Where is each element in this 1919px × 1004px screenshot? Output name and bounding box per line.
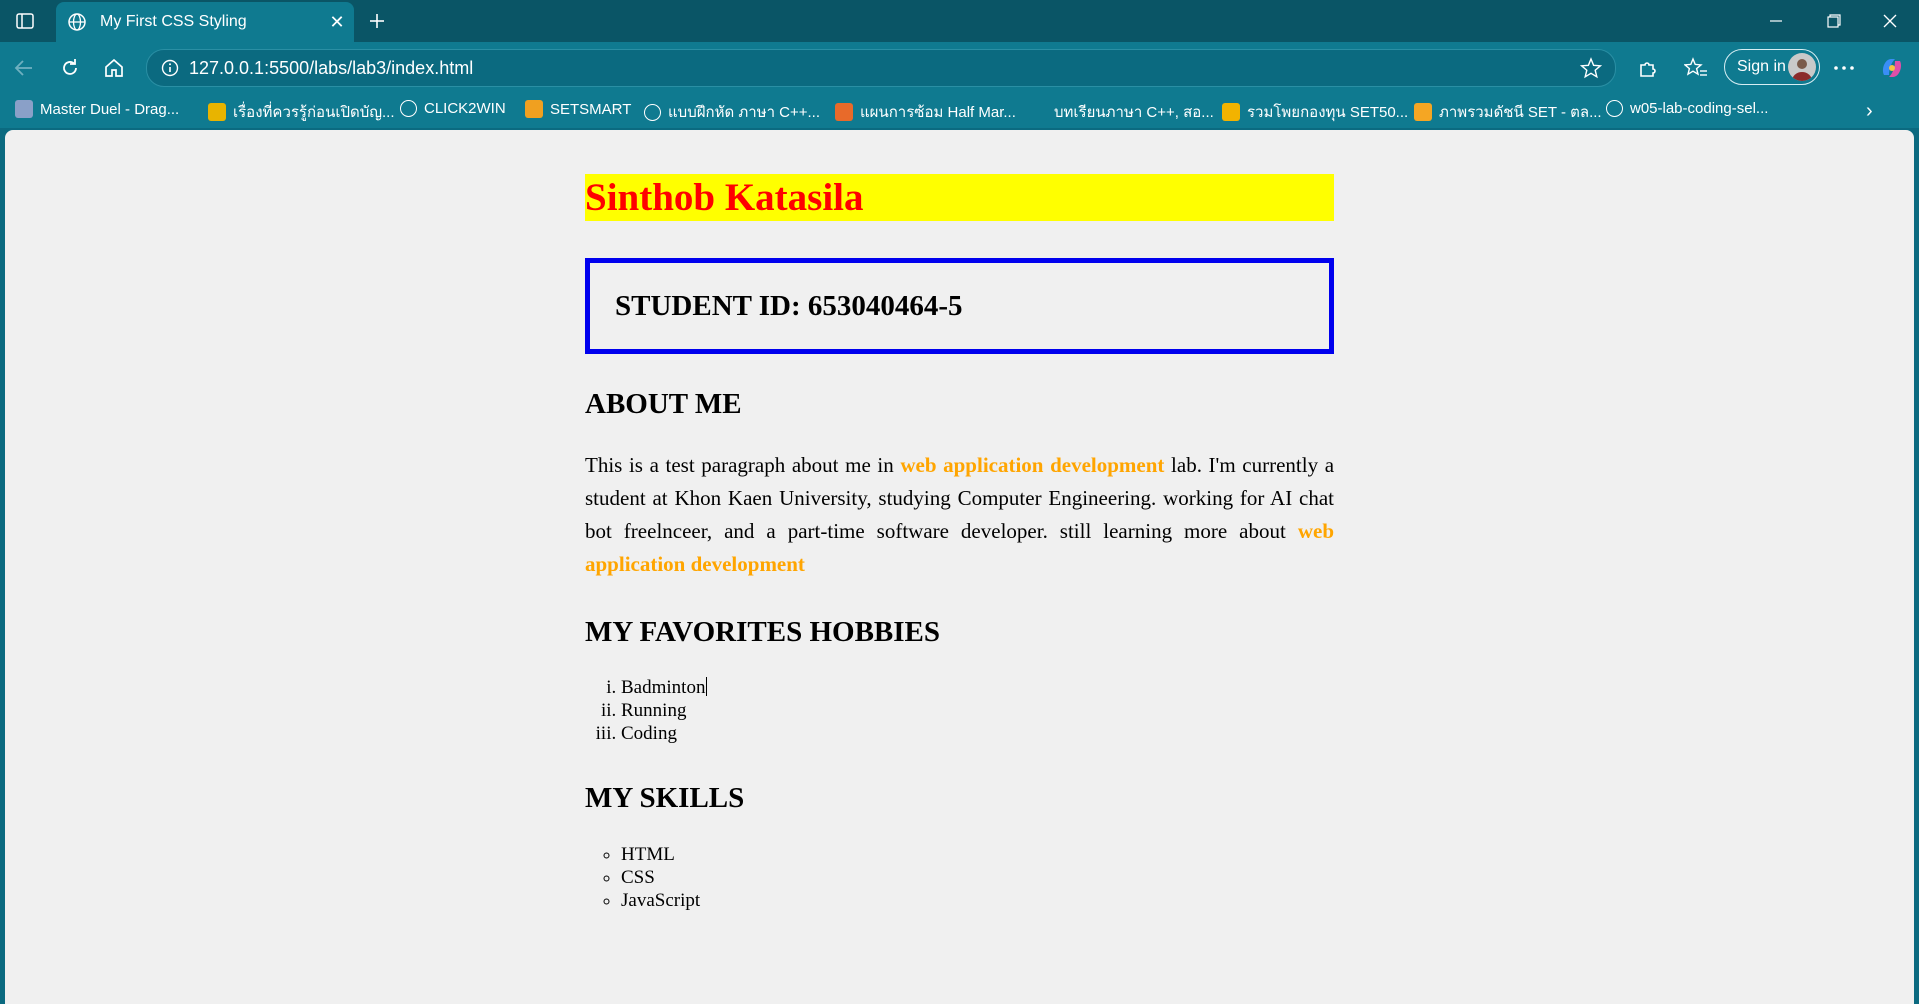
list-item: Running [621, 699, 707, 722]
list-item: HTML [621, 843, 700, 866]
bookmark-label: แผนการซ้อม Half Mar... [860, 104, 1016, 121]
bookmarks-bar: Master Duel - Drag... เรื่องที่ควรรู้ก่อ… [0, 92, 1919, 128]
bookmarks-overflow-icon[interactable]: › [1866, 100, 1873, 123]
home-icon[interactable] [98, 52, 130, 84]
bookmark-item[interactable]: CLICK2WIN [400, 100, 506, 117]
skills-list: HTML CSS JavaScript [621, 843, 700, 912]
close-tab-icon[interactable]: ✕ [320, 12, 354, 33]
highlight-text: web application development [900, 453, 1165, 477]
sidebar-toggle-icon[interactable] [14, 10, 36, 32]
skills-title: MY SKILLS [585, 782, 745, 814]
bookmark-item[interactable]: w05-lab-coding-sel... [1606, 100, 1768, 117]
avatar [1788, 53, 1816, 81]
bookmark-item[interactable]: SETSMART [525, 100, 631, 118]
url-text[interactable]: 127.0.0.1:5500/labs/lab3/index.html [189, 58, 473, 79]
hobbies-title: MY FAVORITES HOBBIES [585, 616, 941, 648]
address-bar[interactable]: 127.0.0.1:5500/labs/lab3/index.html [146, 49, 1616, 87]
bookmark-favicon-icon [525, 100, 543, 118]
bookmark-item[interactable]: รวมโพยกองทุน SET50... [1222, 100, 1408, 124]
bookmark-item[interactable]: Master Duel - Drag... [15, 100, 179, 118]
globe-icon [1606, 100, 1623, 117]
bookmark-label: เรื่องที่ควรรู้ก่อนเปิดบัญ... [233, 104, 395, 121]
extensions-icon[interactable] [1632, 52, 1664, 84]
sign-in-label: Sign in [1737, 58, 1786, 75]
bookmark-label: แบบฝึกหัด ภาษา C++... [668, 104, 821, 121]
bookmark-favicon-icon [1414, 103, 1432, 121]
favorite-star-icon[interactable] [1579, 56, 1603, 80]
bookmark-favicon-icon [1029, 103, 1047, 121]
list-item: Badminton [621, 676, 708, 699]
bookmark-label: w05-lab-coding-sel... [1630, 100, 1769, 117]
more-options-icon[interactable] [1828, 52, 1860, 84]
nav-bar: 127.0.0.1:5500/labs/lab3/index.html Sign… [0, 42, 1919, 92]
sign-in-button[interactable]: Sign in [1724, 49, 1820, 85]
bookmark-item[interactable]: แผนการซ้อม Half Mar... [835, 100, 1016, 124]
bookmark-label: SETSMART [550, 100, 632, 118]
favorites-icon[interactable] [1680, 52, 1712, 84]
browser-tab[interactable]: My First CSS Styling ✕ [56, 2, 354, 42]
bookmark-label: บทเรียนภาษา C++, สอ... [1054, 104, 1214, 121]
restore-icon[interactable] [1814, 8, 1854, 34]
bookmark-label: CLICK2WIN [424, 100, 506, 117]
list-item: JavaScript [621, 889, 700, 912]
bookmark-favicon-icon [208, 103, 226, 121]
bookmark-item[interactable]: บทเรียนภาษา C++, สอ... [1029, 100, 1214, 124]
globe-icon [66, 11, 88, 33]
minimize-icon[interactable] [1756, 8, 1796, 34]
hobbies-list: Badminton Running Coding [621, 676, 708, 745]
about-paragraph: This is a test paragraph about me in web… [585, 449, 1334, 581]
bookmark-label: Master Duel - Drag... [40, 100, 180, 118]
bookmark-item[interactable]: ภาพรวมดัชนี SET - ตล... [1414, 100, 1602, 124]
list-item: Coding [621, 722, 707, 745]
about-title: ABOUT ME [585, 388, 742, 420]
page-viewport: Sinthob Katasila STUDENT ID: 653040464-5… [5, 130, 1914, 1004]
close-window-icon[interactable] [1870, 8, 1910, 34]
back-icon[interactable] [8, 52, 40, 84]
list-item: CSS [621, 866, 700, 889]
globe-icon [400, 100, 417, 117]
about-text: This is a test paragraph about me in [585, 453, 901, 477]
new-tab-icon[interactable] [362, 6, 392, 36]
hobby-text: Badminton [621, 677, 706, 698]
text-cursor [706, 677, 708, 696]
bookmark-favicon-icon [15, 100, 33, 118]
student-id-box: STUDENT ID: 653040464-5 [585, 258, 1334, 354]
bookmark-item[interactable]: แบบฝึกหัด ภาษา C++... [644, 100, 820, 124]
site-info-icon[interactable] [159, 57, 181, 79]
student-id: STUDENT ID: 653040464-5 [615, 289, 963, 322]
bookmark-item[interactable]: เรื่องที่ควรรู้ก่อนเปิดบัญ... [208, 100, 395, 124]
name-heading: Sinthob Katasila [585, 174, 1334, 221]
bookmark-label: รวมโพยกองทุน SET50... [1247, 104, 1409, 121]
bookmark-favicon-icon [835, 103, 853, 121]
copilot-icon[interactable] [1876, 52, 1908, 84]
reload-icon[interactable] [54, 52, 86, 84]
globe-icon [644, 103, 661, 121]
tab-title: My First CSS Styling [100, 13, 247, 30]
title-bar: My First CSS Styling ✕ [0, 0, 1919, 42]
bookmark-favicon-icon [1222, 103, 1240, 121]
bookmark-label: ภาพรวมดัชนี SET - ตล... [1439, 104, 1602, 121]
